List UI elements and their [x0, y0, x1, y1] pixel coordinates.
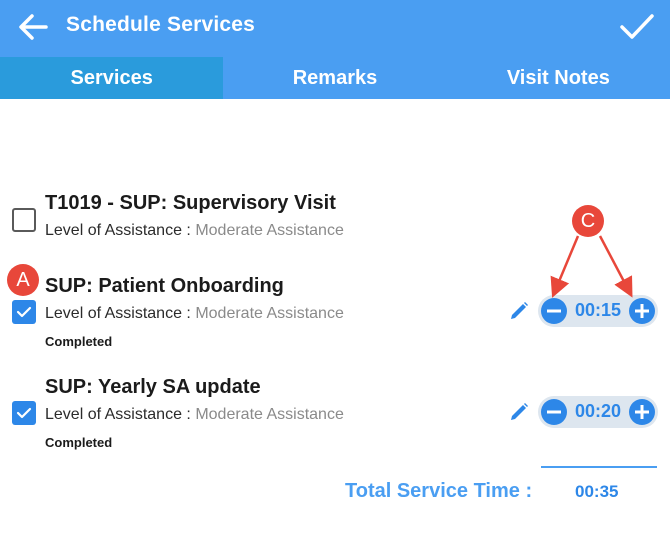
checkmark-icon — [16, 306, 32, 318]
back-arrow-icon[interactable] — [16, 10, 52, 44]
status-label: Completed — [45, 435, 113, 450]
time-value: 00:20 — [574, 401, 622, 421]
tab-visit-notes[interactable]: Visit Notes — [447, 57, 670, 99]
loa-label: Level of Assistance : — [45, 406, 191, 423]
minus-icon[interactable] — [541, 298, 567, 324]
loa-label: Level of Assistance : — [45, 222, 191, 239]
level-of-assistance: Level of Assistance : Moderate Assistanc… — [45, 305, 344, 323]
service-title: SUP: Yearly SA update — [45, 376, 261, 398]
service-checkbox[interactable] — [12, 300, 36, 324]
tab-remarks[interactable]: Remarks — [223, 57, 446, 99]
service-title: T1019 - SUP: Supervisory Visit — [45, 192, 336, 214]
annotation-marker-c: C — [572, 205, 604, 237]
service-title: SUP: Patient Onboarding — [45, 275, 284, 297]
top-app-bar: Schedule Services — [0, 0, 670, 57]
service-checkbox[interactable] — [12, 208, 36, 232]
total-service-time-label: Total Service Time : — [345, 480, 533, 502]
loa-value: Moderate Assistance — [195, 222, 344, 239]
time-stepper: 00:20 — [538, 396, 658, 428]
total-divider — [541, 466, 657, 468]
status-label: Completed — [45, 334, 113, 349]
tab-services[interactable]: Services — [0, 57, 224, 99]
total-service-time-value: 00:35 — [575, 482, 619, 501]
time-stepper: 00:15 — [538, 295, 658, 327]
level-of-assistance: Level of Assistance : Moderate Assistanc… — [45, 406, 344, 424]
plus-icon[interactable] — [629, 298, 655, 324]
level-of-assistance: Level of Assistance : Moderate Assistanc… — [45, 222, 344, 240]
edit-pencil-icon[interactable] — [508, 401, 530, 423]
loa-value: Moderate Assistance — [195, 406, 344, 423]
edit-pencil-icon[interactable] — [508, 300, 530, 322]
loa-label: Level of Assistance : — [45, 305, 191, 322]
save-check-icon[interactable] — [618, 10, 656, 44]
time-value: 00:15 — [574, 300, 622, 320]
page-title: Schedule Services — [66, 13, 256, 36]
tab-bar: Services Remarks Visit Notes — [0, 57, 670, 99]
plus-icon[interactable] — [629, 399, 655, 425]
loa-value: Moderate Assistance — [195, 305, 344, 322]
annotation-marker-a: A — [7, 264, 39, 296]
checkmark-icon — [16, 407, 32, 419]
minus-icon[interactable] — [541, 399, 567, 425]
annotation-arrow-plus — [598, 235, 633, 298]
annotation-arrow-minus — [550, 235, 580, 298]
service-checkbox[interactable] — [12, 401, 36, 425]
